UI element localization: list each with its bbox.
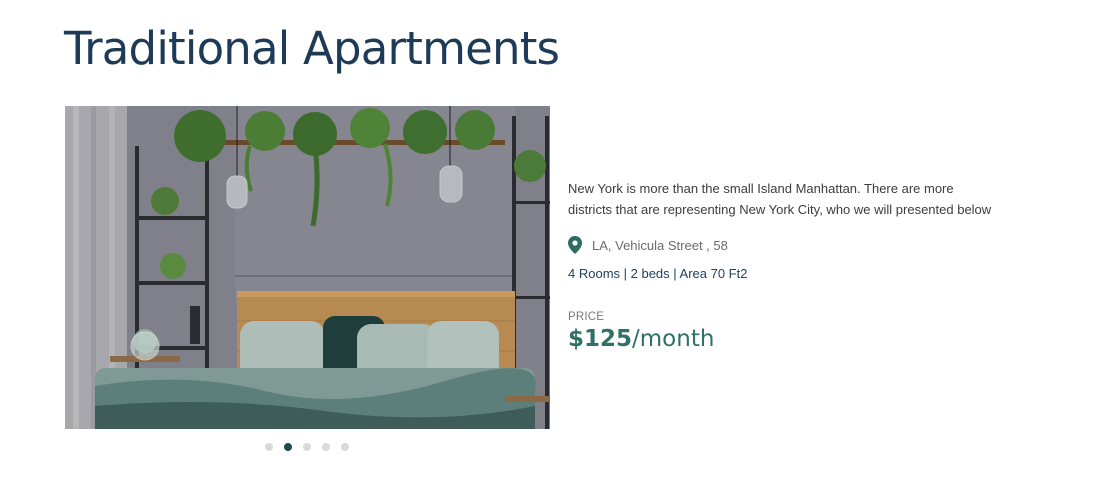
listing-details: New York is more than the small Island M…	[568, 178, 998, 352]
carousel-dot[interactable]	[284, 443, 292, 451]
page-title: Traditional Apartments	[64, 22, 560, 75]
price-label: PRICE	[568, 311, 605, 323]
price-period: /month	[632, 326, 715, 352]
carousel-dot[interactable]	[303, 443, 311, 451]
carousel-dot[interactable]	[341, 443, 349, 451]
listing-location: LA, Vehicula Street , 58	[568, 236, 998, 254]
map-pin-icon	[568, 236, 582, 254]
listing-features: 4 Rooms | 2 beds | Area 70 Ft2	[568, 266, 748, 281]
apartment-photo[interactable]	[65, 106, 550, 429]
carousel-dots	[265, 443, 349, 451]
carousel-dot[interactable]	[322, 443, 330, 451]
price-amount: $125	[568, 326, 633, 352]
carousel-dot[interactable]	[265, 443, 273, 451]
location-text: LA, Vehicula Street , 58	[592, 237, 728, 253]
price: $125/month	[568, 326, 998, 352]
bedroom-illustration	[65, 106, 550, 429]
listing-description: New York is more than the small Island M…	[568, 181, 992, 217]
